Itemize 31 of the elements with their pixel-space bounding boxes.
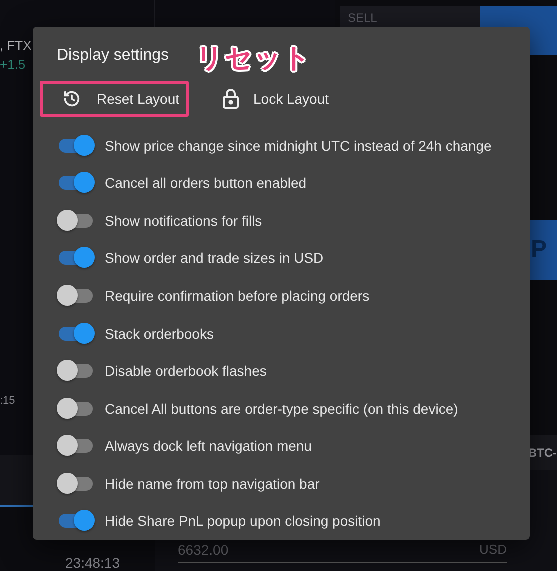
setting-label: Show notifications for fills	[105, 212, 262, 229]
setting-label: Show price change since midnight UTC instead of 24h change	[105, 138, 492, 154]
setting-label: Always dock left navigation menu	[105, 438, 312, 454]
toggle-switch[interactable]	[57, 247, 95, 270]
lock-icon	[222, 89, 240, 109]
toggle-switch[interactable]	[57, 172, 95, 194]
annotation-text: リセット	[196, 42, 312, 75]
toggle-switch[interactable]	[57, 510, 95, 532]
setting-label: Cancel all orders button enabled	[105, 175, 307, 192]
setting-label: Disable orderbook flashes	[105, 363, 267, 380]
toggle-switch[interactable]	[57, 435, 95, 458]
setting-label: Cancel All buttons are order-type specific (on this device)	[105, 400, 458, 417]
setting-label: Hide Share PnL popup upon closing position	[105, 513, 381, 530]
market-label: , FTX	[0, 38, 42, 53]
toggle-switch[interactable]	[57, 322, 95, 344]
trade-time: 23:48:13	[66, 555, 120, 571]
toggle-switch[interactable]	[57, 472, 95, 495]
setting-label: Hide name from top navigation bar	[105, 476, 320, 492]
layout-button[interactable]: Lock Layout	[218, 84, 333, 114]
toggle-switch[interactable]	[57, 134, 95, 157]
toggle-switch[interactable]	[57, 210, 95, 232]
toggle-switch[interactable]	[57, 284, 95, 307]
dialog-title: Display settings	[57, 47, 170, 65]
toggle-switch[interactable]	[57, 398, 95, 420]
toggle-switch[interactable]	[57, 360, 95, 382]
price-change: +1.5	[0, 57, 26, 72]
layout-button[interactable]: Reset Layout	[57, 84, 184, 114]
setting-label: Stack orderbooks	[105, 326, 214, 342]
setting-label: Require confirmation before placing orders	[105, 288, 370, 304]
setting-label: Show order and trade sizes in USD	[105, 250, 324, 266]
time-axis-label: :15	[0, 395, 16, 407]
